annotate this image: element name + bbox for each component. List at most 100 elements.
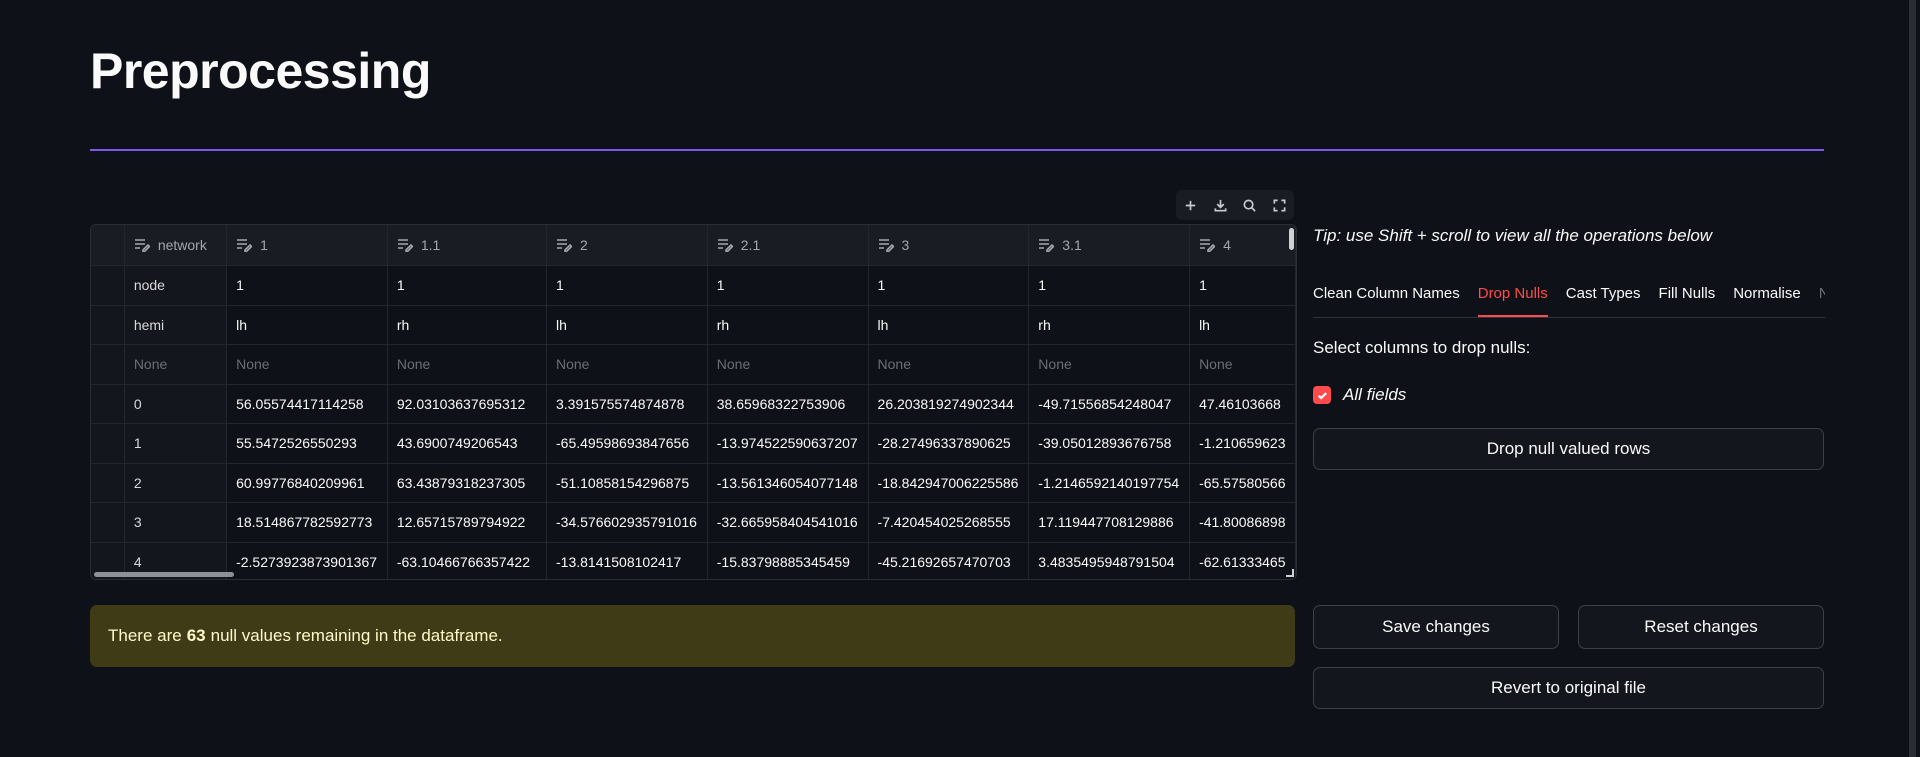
- index-cell[interactable]: node: [124, 265, 228, 306]
- column-header[interactable]: 4: [1189, 225, 1296, 266]
- table-cell[interactable]: 38.65968322753906: [707, 384, 869, 424]
- table-cell[interactable]: None: [226, 344, 388, 385]
- table-cell[interactable]: 18.514867782592773: [226, 502, 388, 543]
- table-row[interactable]: 1 55.5472526550293 43.6900749206543 -65.495…: [91, 423, 1296, 464]
- row-marker[interactable]: [91, 384, 125, 424]
- row-marker[interactable]: [91, 344, 125, 385]
- table-cell[interactable]: lh: [546, 305, 708, 345]
- table-cell[interactable]: 55.5472526550293: [226, 423, 388, 464]
- search-icon[interactable]: [1241, 196, 1259, 214]
- drop-null-rows-button[interactable]: Drop null valued rows: [1313, 428, 1824, 470]
- table-cell[interactable]: -45.21692657470703: [868, 542, 1030, 579]
- table-cell[interactable]: rh: [1028, 305, 1191, 345]
- index-cell[interactable]: 0: [124, 384, 228, 424]
- table-cell[interactable]: -2.5273923873901367: [226, 542, 388, 579]
- table-cell[interactable]: -39.05012893676758: [1028, 423, 1191, 464]
- table-cell[interactable]: -65.49598693847656: [546, 423, 708, 464]
- tab-clean-column-names[interactable]: Clean Column Names: [1313, 280, 1460, 317]
- table-cell[interactable]: -13.561346054077148: [707, 463, 869, 503]
- table-cell[interactable]: -62.61333465: [1189, 542, 1296, 579]
- table-cell[interactable]: 17.119447708129886: [1028, 502, 1191, 543]
- table-row[interactable]: node 1 1 1 1 1 1 1: [91, 265, 1296, 306]
- table-cell[interactable]: -7.420454025268555: [868, 502, 1030, 543]
- table-row[interactable]: 2 60.99776840209961 63.43879318237305 -51.1…: [91, 463, 1296, 503]
- revert-to-original-button[interactable]: Revert to original file: [1313, 667, 1824, 709]
- table-cell[interactable]: -34.576602935791016: [546, 502, 708, 543]
- table-cell[interactable]: -1.210659623: [1189, 423, 1296, 464]
- row-marker[interactable]: [91, 423, 125, 464]
- table-cell[interactable]: None: [868, 344, 1030, 385]
- row-marker[interactable]: [91, 463, 125, 503]
- table-cell[interactable]: 3.391575574874878: [546, 384, 708, 424]
- table-cell[interactable]: -1.2146592140197754: [1028, 463, 1191, 503]
- table-cell[interactable]: -41.80086898: [1189, 502, 1296, 543]
- row-marker[interactable]: [91, 305, 125, 345]
- reset-changes-button[interactable]: Reset changes: [1578, 605, 1824, 649]
- table-cell[interactable]: -49.71556854248047: [1028, 384, 1191, 424]
- column-header[interactable]: 1: [226, 225, 388, 266]
- tab-cast-types[interactable]: Cast Types: [1566, 280, 1641, 317]
- table-cell[interactable]: -13.974522590637207: [707, 423, 869, 464]
- table-row[interactable]: hemi lh rh lh rh lh rh lh: [91, 305, 1296, 345]
- table-row[interactable]: 4 -2.5273923873901367 -63.10466766357422 -1…: [91, 542, 1296, 579]
- row-marker[interactable]: [91, 502, 125, 543]
- index-cell[interactable]: 1: [124, 423, 228, 464]
- column-header[interactable]: 2: [546, 225, 708, 266]
- column-header[interactable]: 2.1: [707, 225, 869, 266]
- table-cell[interactable]: None: [707, 344, 869, 385]
- all-fields-checkbox-row[interactable]: All fields: [1313, 385, 1406, 405]
- index-cell[interactable]: 3: [124, 502, 228, 543]
- save-changes-button[interactable]: Save changes: [1313, 605, 1559, 649]
- dataframe-table[interactable]: network 1 1.1 2 2.1 3 3.1 4 node 1 1 1 1 1 1 1 hemi lh rh…: [90, 224, 1297, 580]
- table-cell[interactable]: 60.99776840209961: [226, 463, 388, 503]
- table-cell[interactable]: 1: [707, 265, 869, 306]
- horizontal-scrollbar[interactable]: [94, 572, 234, 577]
- table-cell[interactable]: 12.65715789794922: [387, 502, 548, 543]
- resize-handle[interactable]: [1286, 569, 1294, 577]
- table-cell[interactable]: 1: [1189, 265, 1296, 306]
- column-header[interactable]: 3.1: [1028, 225, 1191, 266]
- table-cell[interactable]: 1: [1028, 265, 1191, 306]
- table-cell[interactable]: 56.05574417114258: [226, 384, 388, 424]
- fullscreen-icon[interactable]: [1270, 196, 1288, 214]
- page-scrollbar[interactable]: [1909, 0, 1916, 757]
- tab-normalise[interactable]: Normalise: [1733, 280, 1801, 317]
- table-cell[interactable]: lh: [1189, 305, 1296, 345]
- table-cell[interactable]: None: [546, 344, 708, 385]
- table-cell[interactable]: -32.665958404541016: [707, 502, 869, 543]
- table-cell[interactable]: -51.10858154296875: [546, 463, 708, 503]
- column-header[interactable]: 1.1: [387, 225, 548, 266]
- table-cell[interactable]: -63.10466766357422: [387, 542, 548, 579]
- table-cell[interactable]: -65.57580566: [1189, 463, 1296, 503]
- table-cell[interactable]: None: [1189, 344, 1296, 385]
- table-cell[interactable]: lh: [868, 305, 1030, 345]
- table-cell[interactable]: -13.8141508102417: [546, 542, 708, 579]
- tab-no[interactable]: No: [1819, 280, 1825, 317]
- table-row[interactable]: 0 56.05574417114258 92.03103637695312 3.391…: [91, 384, 1296, 424]
- download-icon[interactable]: [1211, 196, 1229, 214]
- table-cell[interactable]: None: [1028, 344, 1191, 385]
- table-cell[interactable]: 43.6900749206543: [387, 423, 548, 464]
- table-row[interactable]: 3 18.514867782592773 12.65715789794922 -34.…: [91, 502, 1296, 543]
- column-header[interactable]: network: [124, 225, 228, 266]
- table-cell[interactable]: 26.203819274902344: [868, 384, 1030, 424]
- index-cell[interactable]: None: [124, 344, 228, 385]
- table-cell[interactable]: rh: [387, 305, 548, 345]
- table-cell[interactable]: -28.27496337890625: [868, 423, 1030, 464]
- table-cell[interactable]: rh: [707, 305, 869, 345]
- table-row[interactable]: None None None None None None None None: [91, 344, 1296, 385]
- index-cell[interactable]: 2: [124, 463, 228, 503]
- table-cell[interactable]: 1: [546, 265, 708, 306]
- table-cell[interactable]: lh: [226, 305, 388, 345]
- table-cell[interactable]: 1: [387, 265, 548, 306]
- all-fields-checkbox[interactable]: [1313, 386, 1331, 404]
- tab-fill-nulls[interactable]: Fill Nulls: [1659, 280, 1716, 317]
- table-cell[interactable]: 47.46103668: [1189, 384, 1296, 424]
- vertical-scrollbar[interactable]: [1289, 228, 1294, 250]
- table-cell[interactable]: 92.03103637695312: [387, 384, 548, 424]
- table-cell[interactable]: 1: [226, 265, 388, 306]
- column-header[interactable]: 3: [868, 225, 1030, 266]
- add-icon[interactable]: [1182, 196, 1200, 214]
- table-cell[interactable]: None: [387, 344, 548, 385]
- index-cell[interactable]: hemi: [124, 305, 228, 345]
